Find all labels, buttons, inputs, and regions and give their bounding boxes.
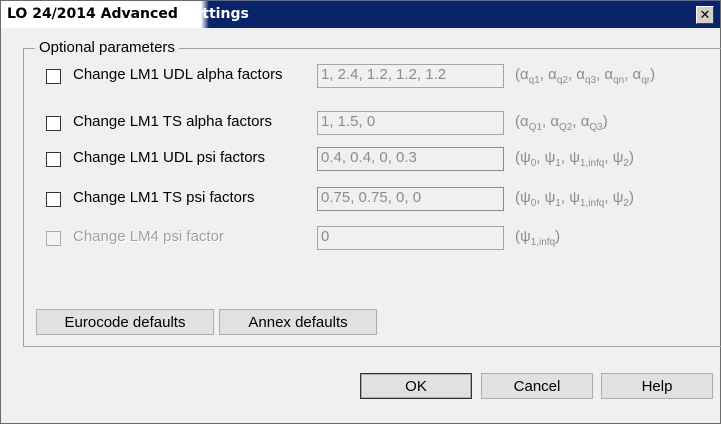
label-lm4-psi: Change LM4 psi factor (73, 228, 224, 245)
row-lm1-udl-psi: Change LM1 UDL psi factors 0.4, 0.4, 0, … (43, 147, 713, 173)
hint-subscript: 1 (555, 198, 561, 209)
row-lm1-udl-alpha: Change LM1 UDL alpha factors 1, 2.4, 1.2… (43, 64, 713, 90)
hint-subscript: qn (613, 75, 625, 86)
close-button[interactable]: ✕ (696, 6, 714, 24)
help-button[interactable]: Help (601, 373, 713, 399)
checkbox-lm1-udl-alpha[interactable] (46, 69, 61, 84)
field-lm1-ts-psi: 0.75, 0.75, 0, 0 (317, 187, 504, 211)
field-lm1-udl-alpha: 1, 2.4, 1.2, 1.2, 1.2 (317, 64, 504, 88)
hint-lm4-psi: (ψ1,infq) (515, 228, 561, 248)
ok-button[interactable]: OK (360, 373, 472, 399)
row-lm1-ts-psi: Change LM1 TS psi factors 0.75, 0.75, 0,… (43, 187, 713, 213)
hint-subscript: 2 (623, 198, 629, 209)
hint-subscript: 1 (555, 158, 561, 169)
label-lm1-ts-psi[interactable]: Change LM1 TS psi factors (73, 189, 254, 206)
group-legend: Optional parameters (35, 39, 179, 56)
hint-subscript: Q3 (589, 122, 603, 133)
hint-lm1-udl-psi: (ψ0, ψ1, ψ1,infq, ψ2) (515, 149, 634, 169)
window-title-part2: Settings (177, 6, 249, 22)
checkbox-lm1-ts-alpha[interactable] (46, 116, 61, 131)
cancel-button[interactable]: Cancel (481, 373, 593, 399)
checkbox-lm1-udl-psi[interactable] (46, 152, 61, 167)
hint-subscript: 2 (623, 158, 629, 169)
row-lm1-ts-alpha: Change LM1 TS alpha factors 1, 1.5, 0 (α… (43, 111, 713, 137)
field-lm1-ts-alpha: 1, 1.5, 0 (317, 111, 504, 135)
checkbox-lm1-ts-psi[interactable] (46, 192, 61, 207)
close-icon: ✕ (699, 7, 711, 23)
field-lm4-psi: 0 (317, 226, 504, 250)
hint-lm1-ts-psi: (ψ0, ψ1, ψ1,infq, ψ2) (515, 189, 634, 209)
field-lm1-udl-psi: 0.4, 0.4, 0, 0.3 (317, 147, 504, 171)
hint-subscript: Q1 (528, 122, 543, 133)
label-lm1-udl-psi[interactable]: Change LM1 UDL psi factors (73, 149, 265, 166)
advanced-settings-dialog: LO 24/2014 Advanced Settings ✕ Optional … (0, 0, 721, 424)
row-lm4-psi: Change LM4 psi factor 0 (ψ1,infq) (43, 226, 713, 252)
hint-subscript: q1 (528, 75, 540, 86)
label-lm1-udl-alpha[interactable]: Change LM1 UDL alpha factors (73, 66, 283, 83)
hint-subscript: qr (641, 75, 651, 86)
title-bar[interactable]: LO 24/2014 Advanced Settings ✕ (1, 1, 720, 28)
hint-lm1-ts-alpha: (αQ1, αQ2, αQ3) (515, 113, 608, 133)
hint-subscript: 1,infq (579, 198, 605, 209)
hint-subscript: 0 (530, 198, 537, 209)
hint-subscript: 1,infq (579, 158, 605, 169)
hint-subscript: 1,infq (530, 237, 556, 248)
window-title: LO 24/2014 Advanced Settings (7, 6, 249, 22)
window-title-part1: LO 24/2014 Advanced (7, 6, 178, 22)
eurocode-defaults-button[interactable]: Eurocode defaults (36, 309, 214, 335)
hint-subscript: 0 (530, 158, 537, 169)
checkbox-lm4-psi (46, 231, 61, 246)
label-lm1-ts-alpha[interactable]: Change LM1 TS alpha factors (73, 113, 272, 130)
hint-lm1-udl-alpha: (αq1, αq2, αq3, αqn, αqr) (515, 66, 656, 86)
hint-subscript: Q2 (559, 122, 573, 133)
annex-defaults-button[interactable]: Annex defaults (219, 309, 377, 335)
hint-subscript: q2 (556, 75, 568, 86)
hint-subscript: q3 (584, 75, 597, 86)
